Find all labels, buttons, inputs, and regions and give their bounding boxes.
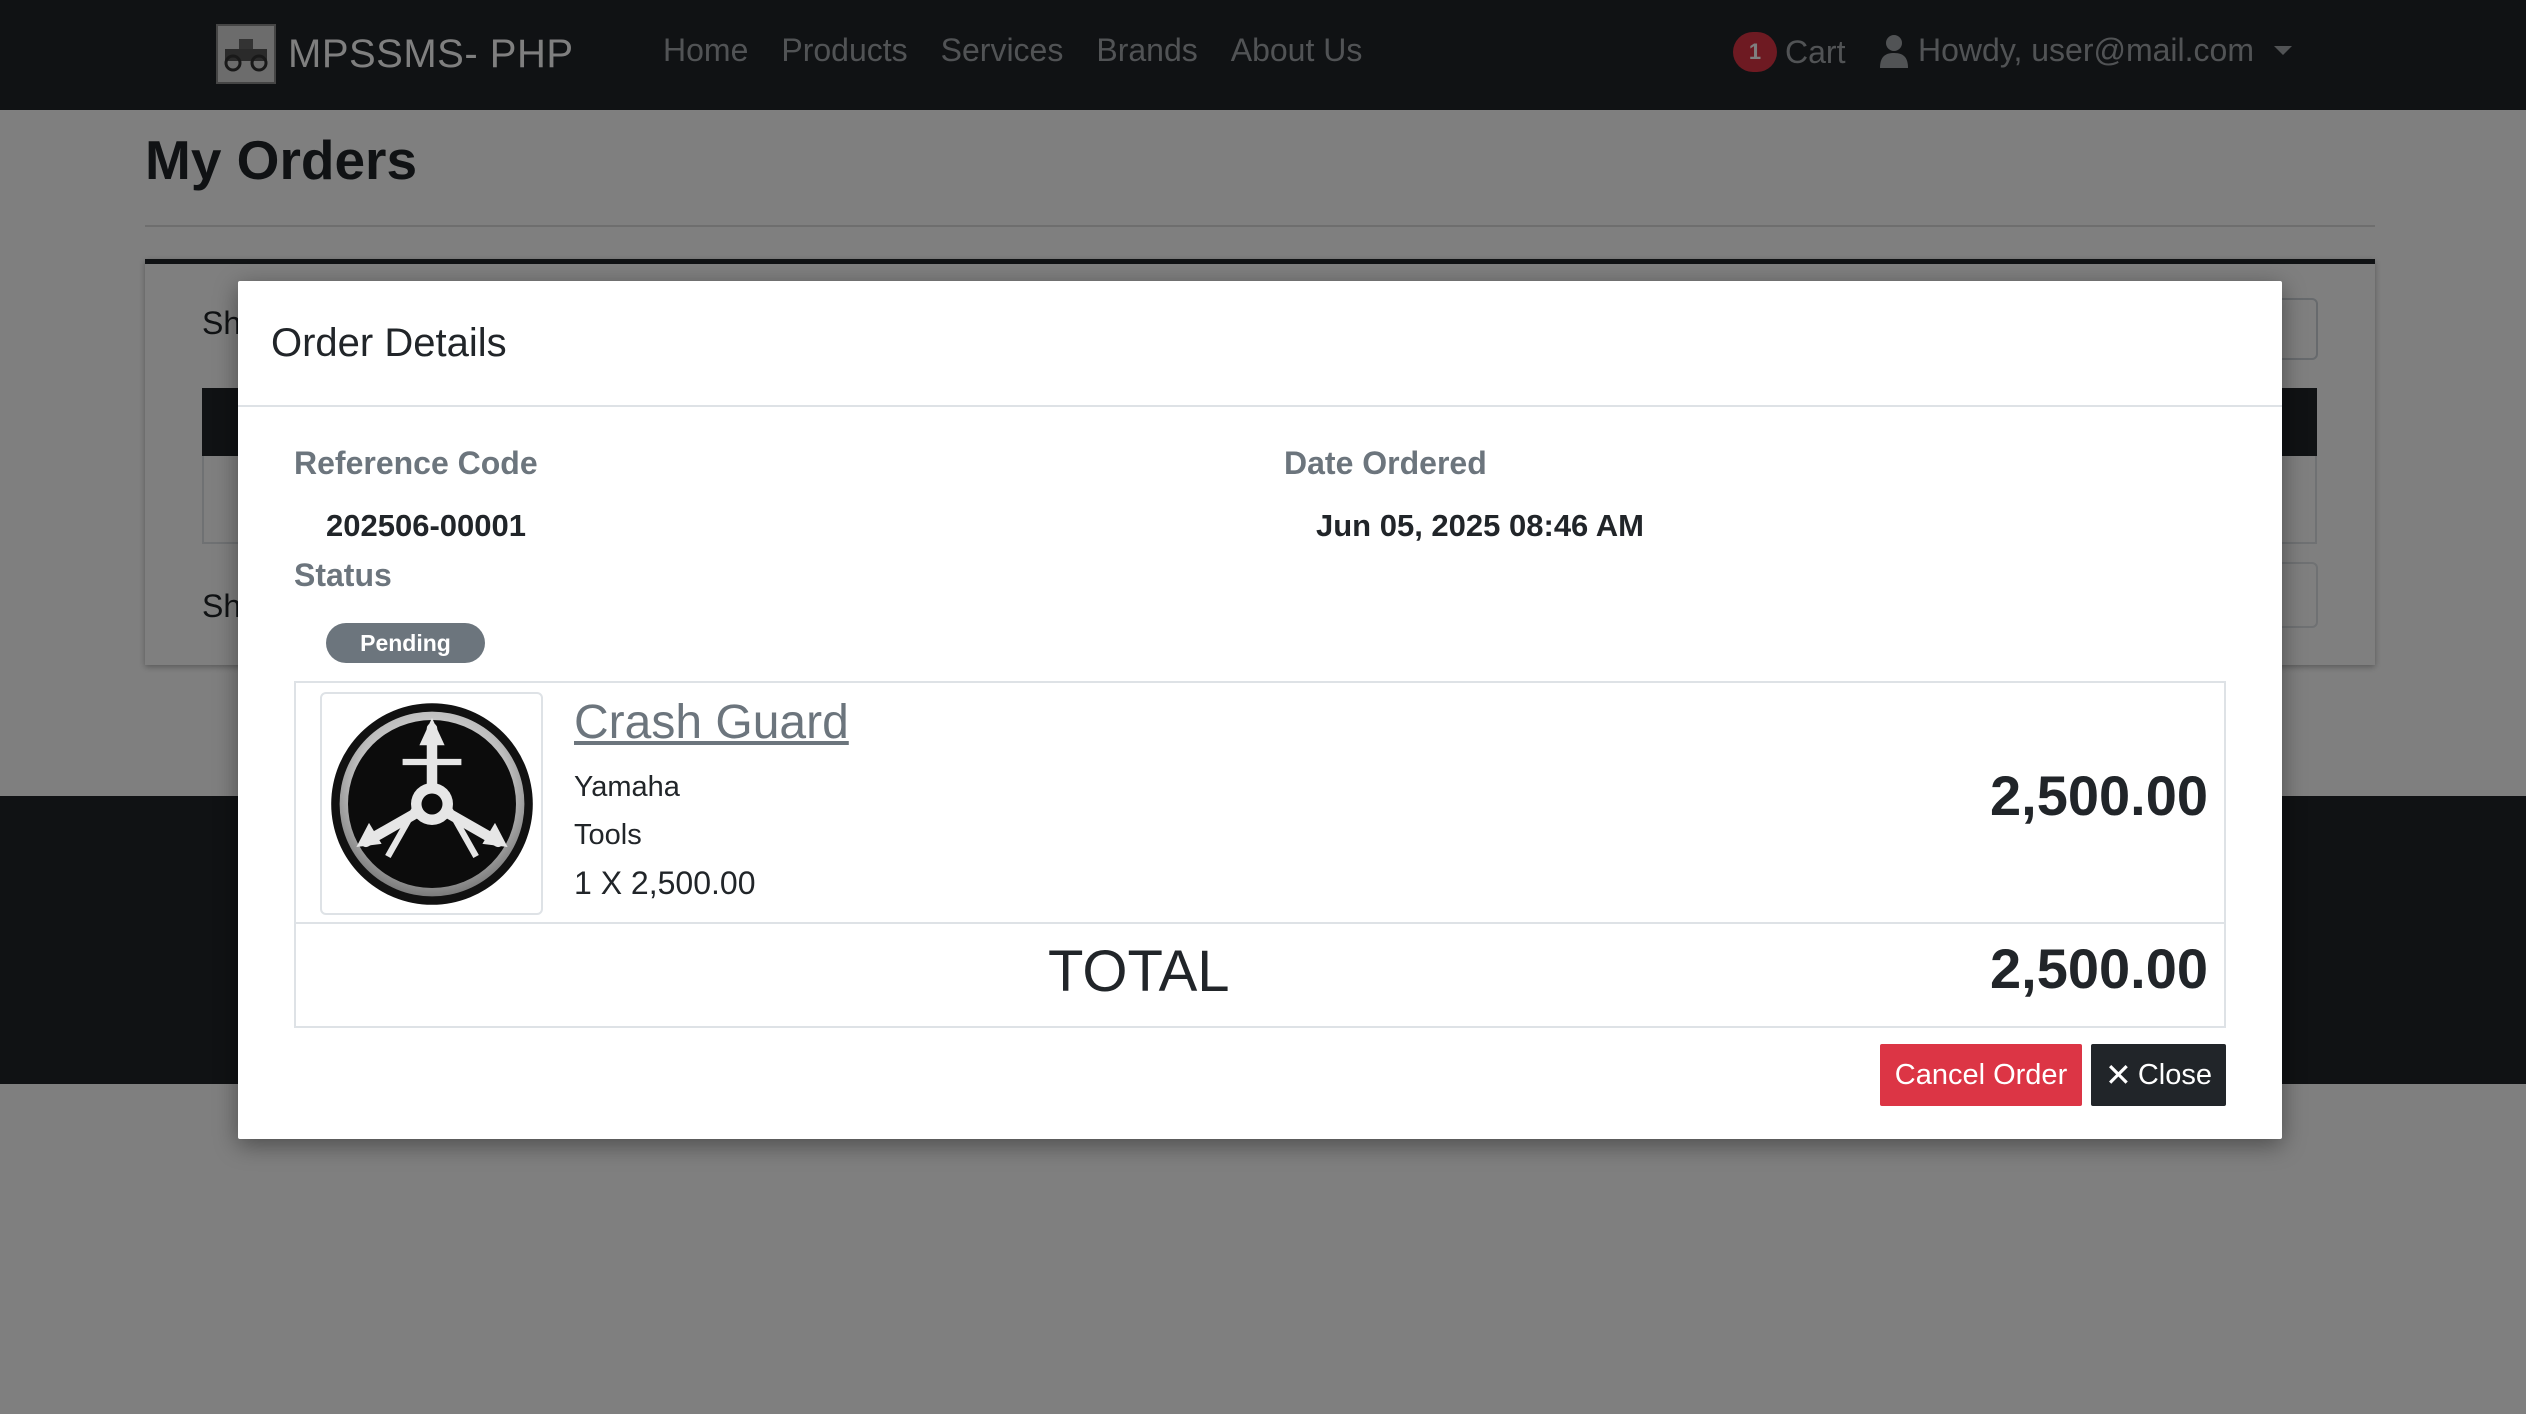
- close-label: Close: [2137, 1058, 2212, 1091]
- date-ordered-label: Date Ordered: [1284, 445, 1487, 481]
- status-label: Status: [294, 557, 392, 593]
- total-label: TOTAL: [1048, 939, 1230, 1004]
- order-details-modal: Order Details Reference Code 202506-0000…: [238, 281, 2282, 1139]
- product-name-link[interactable]: Crash Guard: [574, 695, 849, 750]
- order-items-table: Crash Guard Yamaha Tools 1 X 2,500.00 2,…: [294, 681, 2226, 1028]
- table-row: Crash Guard Yamaha Tools 1 X 2,500.00 2,…: [296, 683, 2224, 924]
- product-subtotal: 2,500.00: [1990, 764, 2208, 827]
- cancel-order-button[interactable]: Cancel Order: [1880, 1044, 2082, 1106]
- reference-code-label: Reference Code: [294, 445, 538, 481]
- product-quantity-line: 1 X 2,500.00: [574, 865, 756, 901]
- reference-code-value: 202506-00001: [326, 508, 526, 543]
- close-icon: ✕: [2105, 1057, 2132, 1093]
- modal-header: Order Details: [238, 281, 2282, 407]
- product-category: Tools: [574, 819, 642, 851]
- total-row: TOTAL 2,500.00: [296, 924, 2224, 1026]
- modal-title: Order Details: [271, 321, 507, 365]
- total-value: 2,500.00: [1990, 937, 2208, 1000]
- date-ordered-value: Jun 05, 2025 08:46 AM: [1316, 508, 1644, 543]
- product-thumbnail: [320, 692, 543, 915]
- yamaha-logo-icon: [330, 702, 533, 905]
- product-brand: Yamaha: [574, 771, 680, 803]
- cancel-order-label: Cancel Order: [1894, 1058, 2068, 1091]
- status-badge: Pending: [326, 623, 485, 663]
- close-button[interactable]: ✕ Close: [2091, 1044, 2226, 1106]
